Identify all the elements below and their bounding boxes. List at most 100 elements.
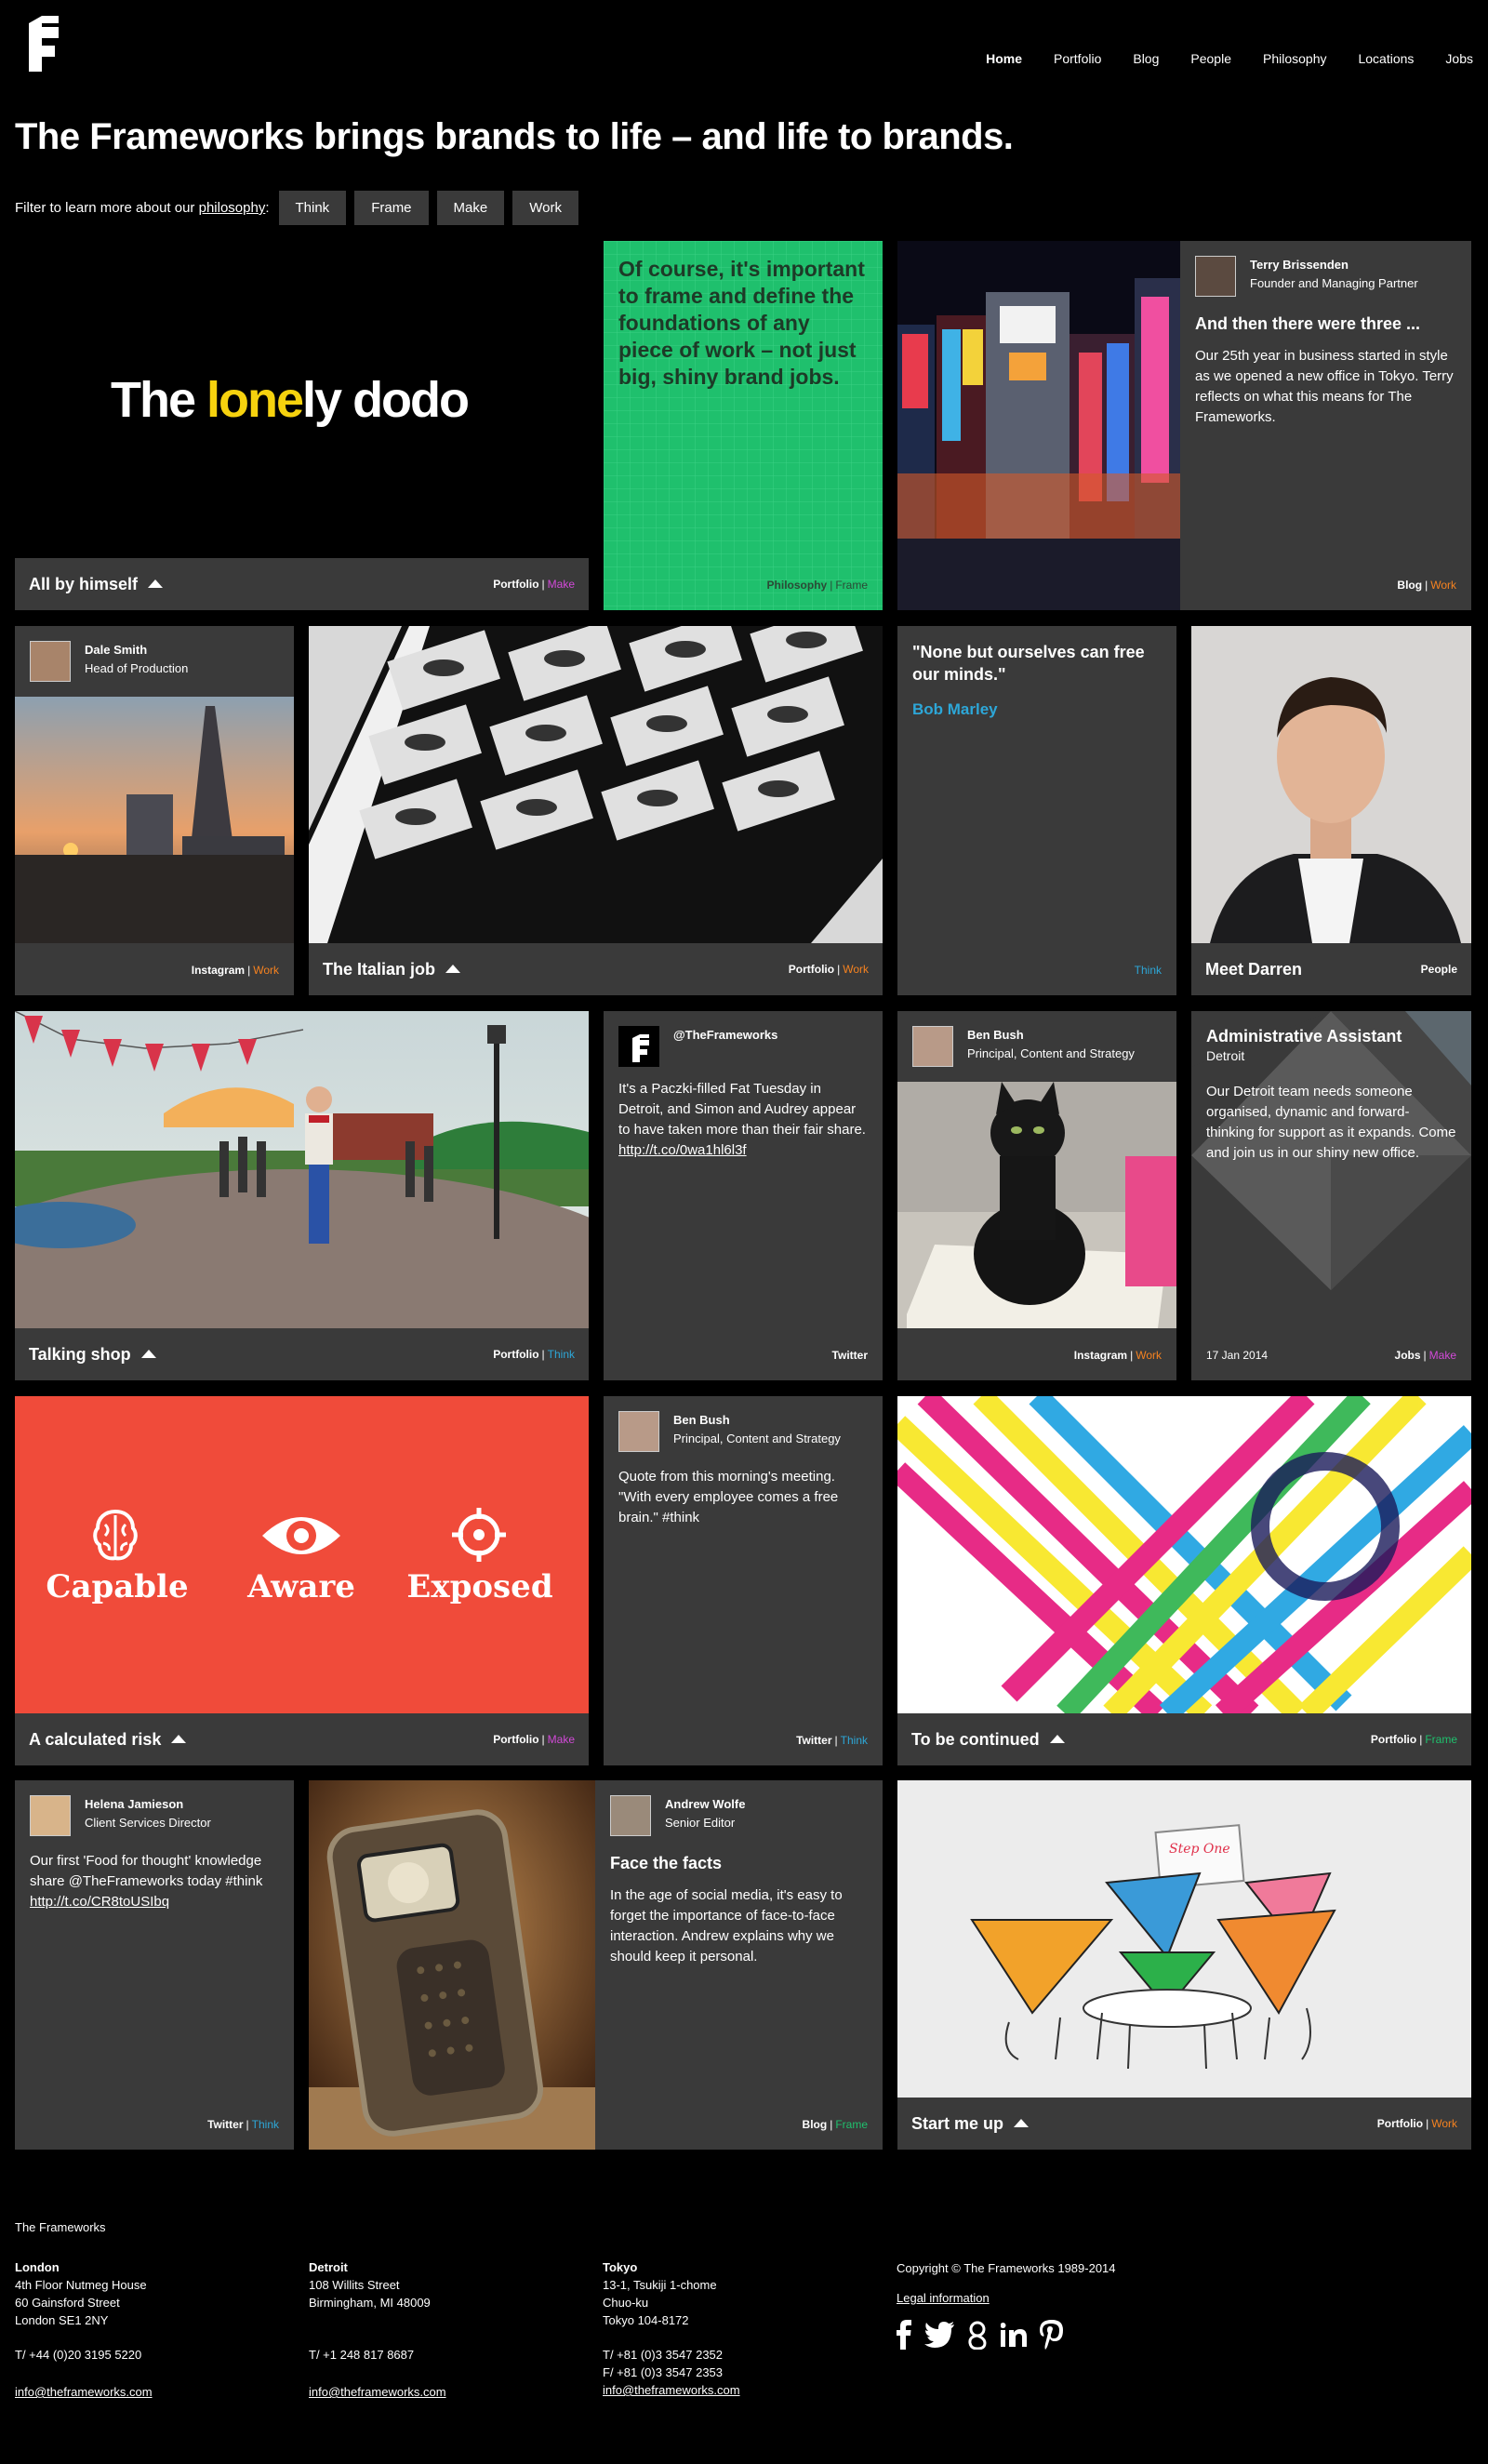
tag-work[interactable]: Work xyxy=(1431,2117,1457,2130)
tag-make[interactable]: Make xyxy=(548,578,575,591)
article-title[interactable]: Face the facts xyxy=(610,1853,868,1873)
tag-think[interactable]: Think xyxy=(841,1734,868,1747)
tag-think[interactable]: Think xyxy=(252,2118,279,2131)
tag-frame[interactable]: Frame xyxy=(1425,1733,1457,1746)
tag-portfolio[interactable]: Portfolio xyxy=(493,1733,538,1746)
author-name[interactable]: Terry Brissenden xyxy=(1250,256,1418,274)
author-role: Senior Editor xyxy=(665,1816,736,1830)
tag-work[interactable]: Work xyxy=(843,963,869,976)
tag-twitter[interactable]: Twitter xyxy=(207,2118,243,2131)
job-title[interactable]: Administrative Assistant xyxy=(1206,1026,1456,1046)
market-scene-illustration xyxy=(15,1011,589,1328)
avatar-andrew[interactable] xyxy=(610,1795,651,1836)
tile-lonely-dodo[interactable]: The lonely dodo All by himself Portfolio… xyxy=(15,241,589,610)
tile-philosophy[interactable]: Of course, it's important to frame and d… xyxy=(604,241,883,610)
tile-instagram-ben[interactable]: Ben Bush Principal, Content and Strategy … xyxy=(897,1011,1176,1380)
author-name[interactable]: Ben Bush xyxy=(967,1026,1135,1045)
nav-locations[interactable]: Locations xyxy=(1358,51,1414,66)
email-link[interactable]: info@theframeworks.com xyxy=(15,2385,153,2399)
expand-arrow-icon[interactable] xyxy=(445,964,461,973)
author-name[interactable]: Ben Bush xyxy=(673,1411,841,1430)
tag-portfolio[interactable]: Portfolio xyxy=(493,578,538,591)
tag-instagram[interactable]: Instagram xyxy=(192,964,245,977)
avatar-dale[interactable] xyxy=(30,641,71,682)
nav-home[interactable]: Home xyxy=(986,51,1022,66)
tag-work[interactable]: Work xyxy=(1430,579,1456,592)
tag-twitter[interactable]: Twitter xyxy=(832,1349,868,1362)
tag-instagram[interactable]: Instagram xyxy=(1074,1349,1127,1362)
tile-instagram-dale[interactable]: Dale Smith Head of Production Instagram | W… xyxy=(15,626,294,995)
tile-title: To be continued xyxy=(911,1729,1040,1749)
filter-make-button[interactable]: Make xyxy=(436,191,505,225)
tweet-link[interactable]: http://t.co/0wa1hl6l3f xyxy=(618,1142,747,1158)
facebook-icon[interactable] xyxy=(897,2320,911,2350)
tile-quote[interactable]: "None but ourselves can free our minds."… xyxy=(897,626,1176,995)
author-name[interactable]: Dale Smith xyxy=(85,641,188,659)
twitter-handle[interactable]: @TheFrameworks xyxy=(673,1026,777,1045)
tag-work[interactable]: Work xyxy=(1136,1349,1162,1362)
nav-blog[interactable]: Blog xyxy=(1133,51,1159,66)
tile-twitter-ben[interactable]: Ben Bush Principal, Content and Strategy … xyxy=(604,1396,883,1765)
tile-meet-darren[interactable]: Meet Darren People xyxy=(1191,626,1471,995)
linkedin-icon[interactable] xyxy=(1001,2323,1027,2347)
tile-job-admin-assistant[interactable]: Administrative Assistant Detroit Our Det… xyxy=(1191,1011,1471,1380)
frameworks-logo[interactable] xyxy=(29,16,59,72)
tile-to-be-continued[interactable]: To be continued Portfolio | Frame xyxy=(897,1396,1471,1765)
muybridge-horse-photo xyxy=(309,626,883,943)
article-title[interactable]: And then there were three ... xyxy=(1195,313,1456,334)
avatar-ben[interactable] xyxy=(618,1411,659,1452)
tag-twitter[interactable]: Twitter xyxy=(796,1734,831,1747)
tag-blog[interactable]: Blog xyxy=(1397,579,1422,592)
tag-people[interactable]: People xyxy=(1421,963,1457,976)
tag-work[interactable]: Work xyxy=(253,964,279,977)
tile-blog-terry[interactable]: Terry Brissenden Founder and Managing Par… xyxy=(897,241,1471,610)
tag-make[interactable]: Make xyxy=(1429,1349,1456,1362)
tile-twitter-frameworks[interactable]: @TheFrameworks It's a Paczki-filled Fat … xyxy=(604,1011,883,1380)
nav-portfolio[interactable]: Portfolio xyxy=(1054,51,1101,66)
google-plus-icon[interactable] xyxy=(967,2320,988,2350)
expand-arrow-icon[interactable] xyxy=(171,1734,187,1743)
philosophy-link[interactable]: philosophy xyxy=(199,200,266,216)
tag-blog[interactable]: Blog xyxy=(803,2118,828,2131)
email-link[interactable]: info@theframeworks.com xyxy=(603,2383,740,2397)
legal-link[interactable]: Legal information xyxy=(897,2291,990,2305)
tag-philosophy[interactable]: Philosophy xyxy=(767,579,828,592)
nav-people[interactable]: People xyxy=(1190,51,1231,66)
expand-arrow-icon[interactable] xyxy=(148,579,164,588)
tag-portfolio[interactable]: Portfolio xyxy=(789,963,834,976)
tag-portfolio[interactable]: Portfolio xyxy=(493,1348,538,1361)
avatar-helena[interactable] xyxy=(30,1795,71,1836)
tag-portfolio[interactable]: Portfolio xyxy=(1377,2117,1423,2130)
filter-frame-button[interactable]: Frame xyxy=(354,191,429,225)
avatar-terry[interactable] xyxy=(1195,256,1236,297)
tile-calculated-risk[interactable]: Capable Aware Exposed A calculated risk … xyxy=(15,1396,589,1765)
pinterest-icon[interactable] xyxy=(1040,2320,1064,2350)
twitter-icon[interactable] xyxy=(924,2322,954,2348)
footer-detroit: Detroit 108 Willits Street Birmingham, M… xyxy=(309,2258,578,2401)
filter-think-button[interactable]: Think xyxy=(278,191,347,225)
nav-jobs[interactable]: Jobs xyxy=(1445,51,1473,66)
tag-jobs[interactable]: Jobs xyxy=(1395,1349,1421,1362)
nav-philosophy[interactable]: Philosophy xyxy=(1263,51,1327,66)
email-link[interactable]: info@theframeworks.com xyxy=(309,2385,446,2399)
avatar-ben[interactable] xyxy=(912,1026,953,1067)
tile-start-me-up[interactable]: Step One Start me up Portfolio | Work xyxy=(897,1780,1471,2150)
tag-think[interactable]: Think xyxy=(1135,964,1162,977)
tile-italian-job[interactable]: The Italian job Portfolio | Work xyxy=(309,626,883,995)
expand-arrow-icon[interactable] xyxy=(1014,2118,1030,2127)
expand-arrow-icon[interactable] xyxy=(140,1349,156,1358)
tag-frame[interactable]: Frame xyxy=(835,2118,868,2131)
tile-twitter-helena[interactable]: Helena Jamieson Client Services Director … xyxy=(15,1780,294,2150)
author-name[interactable]: Andrew Wolfe xyxy=(665,1795,745,1814)
tag-think[interactable]: Think xyxy=(548,1348,575,1361)
frameworks-avatar-icon[interactable] xyxy=(618,1026,659,1067)
tag-frame[interactable]: Frame xyxy=(835,579,868,592)
expand-arrow-icon[interactable] xyxy=(1049,1734,1065,1743)
tile-blog-andrew[interactable]: Andrew Wolfe Senior Editor Face the facts… xyxy=(309,1780,883,2150)
tweet-link[interactable]: http://t.co/CR8toUSIbq xyxy=(30,1894,169,1910)
tag-portfolio[interactable]: Portfolio xyxy=(1371,1733,1416,1746)
author-name[interactable]: Helena Jamieson xyxy=(85,1795,211,1814)
filter-work-button[interactable]: Work xyxy=(512,191,578,225)
tile-talking-shop[interactable]: Talking shop Portfolio | Think xyxy=(15,1011,589,1380)
tag-make[interactable]: Make xyxy=(548,1733,575,1746)
